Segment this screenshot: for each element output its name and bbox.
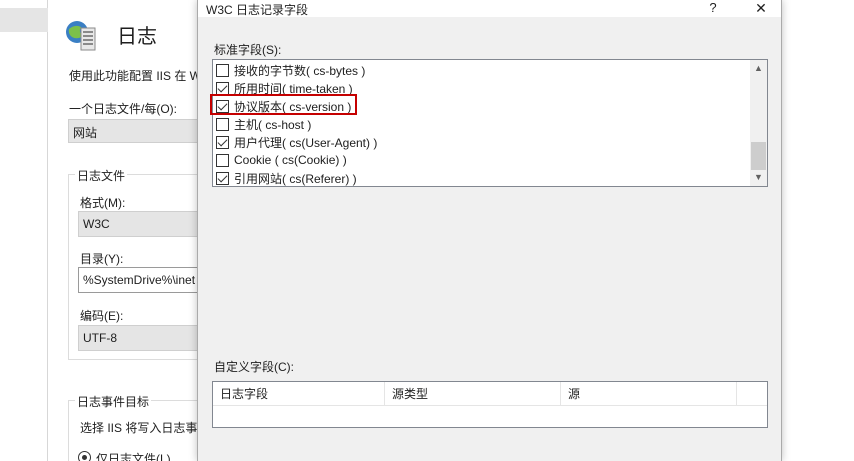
field-label: Cookie ( cs(Cookie) ) [234,153,347,167]
format-label: 格式(M): [80,196,126,210]
directory-label: 目录(Y): [80,252,124,266]
field-checkbox[interactable] [216,117,229,131]
encoding-select[interactable]: UTF-8 [78,325,200,351]
connections-pane [0,0,48,461]
close-button[interactable]: ✕ [741,0,781,17]
list-item[interactable]: 接收的字节数( cs-bytes ) [216,61,365,79]
scroll-up-icon[interactable]: ▲ [750,60,767,77]
field-checkbox[interactable] [216,135,229,149]
standard-fields-label: 标准字段(S): [214,43,282,57]
column-header-log-field[interactable]: 日志字段 [213,382,385,406]
custom-fields-header: 日志字段 源类型 源 [213,382,767,406]
format-select[interactable]: W3C [78,211,200,237]
field-label: 所用时间( time-taken ) [234,81,353,96]
field-label: 主机( cs-host ) [234,117,312,132]
selected-node-strip[interactable] [0,8,48,32]
list-item[interactable]: 引用网站( cs(Referer) ) [216,169,357,186]
dialog-title: W3C 日志记录字段 [206,3,309,17]
column-header-source[interactable]: 源 [561,382,737,406]
field-checkbox[interactable] [216,63,229,77]
log-per-label: 一个日志文件/每(O): [69,102,177,116]
field-checkbox[interactable] [216,81,229,95]
dialog-titlebar: W3C 日志记录字段 ? ✕ [198,0,781,17]
log-event-target-description: 选择 IIS 将写入日志事 [80,421,198,435]
page-description: 使用此功能配置 IIS 在 W [69,69,202,83]
standard-fields-list: 接收的字节数( cs-bytes ) 所用时间( time-taken ) 协议… [212,59,768,187]
list-item[interactable]: 主机( cs-host ) [216,115,311,133]
custom-fields-table: 日志字段 源类型 源 [212,381,768,428]
w3c-fields-dialog: W3C 日志记录字段 ? ✕ 标准字段(S): 接收的字节数( cs-bytes… [197,0,782,461]
scroll-thumb[interactable] [751,142,766,170]
logging-feature-icon [66,21,96,51]
list-item[interactable]: Cookie ( cs(Cookie) ) [216,151,347,169]
directory-input[interactable]: %SystemDrive%\inet [78,267,200,293]
column-header-source-type[interactable]: 源类型 [385,382,561,406]
field-checkbox[interactable] [216,153,229,167]
field-label: 协议版本( cs-version ) [234,99,352,114]
encoding-label: 编码(E): [80,309,124,323]
field-label: 接收的字节数( cs-bytes ) [234,63,366,78]
log-file-only-label[interactable]: 仅日志文件(L) [96,450,171,461]
log-file-only-radio[interactable] [78,451,91,461]
custom-fields-label: 自定义字段(C): [214,360,294,374]
list-item[interactable]: 用户代理( cs(User-Agent) ) [216,133,377,151]
field-checkbox[interactable] [216,99,229,113]
field-label: 用户代理( cs(User-Agent) ) [234,135,378,150]
field-label: 引用网站( cs(Referer) ) [234,171,357,186]
list-item[interactable]: 协议版本( cs-version ) [216,97,351,115]
vertical-scrollbar[interactable]: ▲ ▼ [750,60,767,186]
list-item[interactable]: 所用时间( time-taken ) [216,79,353,97]
log-per-select[interactable]: 网站 [68,119,200,143]
log-event-target-title: 日志事件目标 [75,393,152,410]
scroll-down-icon[interactable]: ▼ [750,169,767,186]
log-file-group-title: 日志文件 [75,167,128,184]
page-title: 日志 [117,26,157,48]
field-checkbox[interactable] [216,171,229,185]
help-button[interactable]: ? [698,0,728,17]
